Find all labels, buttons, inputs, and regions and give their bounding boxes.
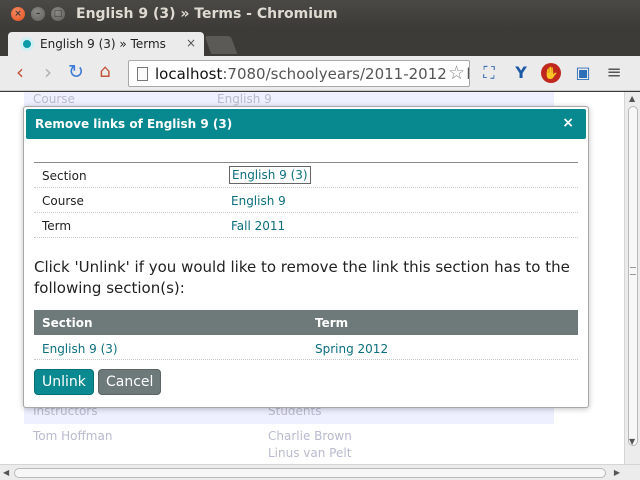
section-link[interactable]: English 9 (3) — [229, 166, 311, 184]
dialog-header: Remove links of English 9 (3) × — [26, 109, 586, 139]
remove-links-dialog: Remove links of English 9 (3) × Section … — [23, 106, 589, 408]
course-link[interactable]: English 9 — [231, 194, 286, 208]
window-title: English 9 (3) » Terms - Chromium — [76, 6, 338, 22]
tab-title: English 9 (3) » Terms — [40, 37, 166, 51]
vertical-scroll-thumb[interactable] — [628, 106, 638, 446]
table-row: English 9 (3) Spring 2012 — [34, 335, 578, 360]
term-link[interactable]: Fall 2011 — [231, 219, 285, 233]
tab-close-icon[interactable]: × — [186, 36, 196, 50]
window-extension-icon[interactable]: ▣ — [572, 62, 594, 84]
bg-course-label: Course — [33, 92, 75, 106]
url-host: localhost — [155, 65, 223, 83]
dialog-close-icon[interactable]: × — [562, 115, 574, 131]
scroll-down-arrow-icon[interactable]: ▼ — [629, 437, 635, 446]
horizontal-scrollbar[interactable]: ◀ ▶ — [0, 464, 640, 480]
dialog-title: Remove links of English 9 (3) — [35, 117, 233, 131]
window-minimize-button[interactable]: – — [31, 7, 45, 21]
unlink-button[interactable]: Unlink — [35, 370, 93, 394]
tab-strip: English 9 (3) » Terms × — [0, 28, 640, 56]
bg-instructor: Tom Hoffman — [33, 429, 113, 443]
column-header-section: Section — [42, 316, 93, 330]
window-titlebar: × – □ English 9 (3) » Terms - Chromium — [0, 0, 640, 28]
detail-row-course: Course English 9 — [34, 188, 578, 213]
linked-sections-table: Section Term English 9 (3) Spring 2012 — [34, 310, 578, 360]
url-path: :7080/schoolyears/2011-2012/fall-2011/se… — [222, 65, 469, 83]
new-tab-button[interactable] — [204, 36, 238, 54]
browser-toolbar: ‹ › ↻ ⌂ localhost:7080/schoolyears/2011-… — [0, 56, 640, 91]
scroll-grip-icon — [630, 267, 636, 275]
bg-student: Charlie Brown — [268, 429, 352, 443]
site-favicon-icon — [20, 37, 34, 51]
detail-row-section: Section English 9 (3) — [34, 163, 578, 188]
detail-label: Course — [42, 194, 84, 208]
table-header: Section Term — [34, 310, 578, 335]
window-close-button[interactable]: × — [11, 7, 25, 21]
cancel-button[interactable]: Cancel — [99, 370, 161, 394]
linked-section-link[interactable]: English 9 (3) — [42, 342, 118, 356]
screen-capture-extension-icon[interactable]: ⛶ — [478, 62, 500, 84]
stop-extension-icon[interactable]: ✋ — [541, 63, 561, 83]
page-icon — [137, 67, 148, 81]
forward-button[interactable]: › — [36, 61, 60, 85]
y-extension-icon[interactable]: Y — [510, 62, 532, 84]
bg-student: Linus van Pelt — [268, 446, 352, 460]
window-maximize-button[interactable]: □ — [51, 7, 65, 21]
back-button[interactable]: ‹ — [8, 61, 32, 85]
address-url[interactable]: localhost:7080/schoolyears/2011-2012/fal… — [155, 65, 469, 83]
scroll-left-arrow-icon[interactable]: ◀ — [3, 468, 9, 477]
column-header-term: Term — [315, 316, 349, 330]
section-details-table: Section English 9 (3) Course English 9 T… — [34, 162, 578, 238]
bookmark-star-icon[interactable]: ☆ — [445, 62, 465, 84]
bg-course-value: English 9 — [217, 92, 272, 106]
home-icon: ⌂ — [99, 61, 111, 82]
forward-arrow-icon: › — [44, 60, 52, 84]
linked-term-link[interactable]: Spring 2012 — [315, 342, 388, 356]
reload-icon: ↻ — [68, 61, 84, 83]
back-arrow-icon: ‹ — [16, 60, 24, 84]
browser-tab[interactable]: English 9 (3) » Terms × — [8, 32, 204, 56]
address-bar[interactable]: localhost:7080/schoolyears/2011-2012/fal… — [128, 60, 470, 87]
detail-label: Term — [42, 219, 72, 233]
detail-label: Section — [42, 169, 87, 183]
horizontal-scroll-thumb[interactable] — [14, 468, 606, 478]
reload-button[interactable]: ↻ — [64, 61, 88, 85]
unlink-instruction-text: Click 'Unlink' if you would like to remo… — [34, 258, 570, 297]
vertical-scrollbar[interactable]: ▲ ▼ — [624, 92, 640, 464]
scroll-up-arrow-icon[interactable]: ▲ — [629, 94, 635, 103]
menu-wrench-icon[interactable]: ≡ — [603, 62, 625, 84]
scroll-right-arrow-icon[interactable]: ▶ — [614, 468, 620, 477]
home-button[interactable]: ⌂ — [93, 61, 117, 85]
detail-row-term: Term Fall 2011 — [34, 213, 578, 238]
